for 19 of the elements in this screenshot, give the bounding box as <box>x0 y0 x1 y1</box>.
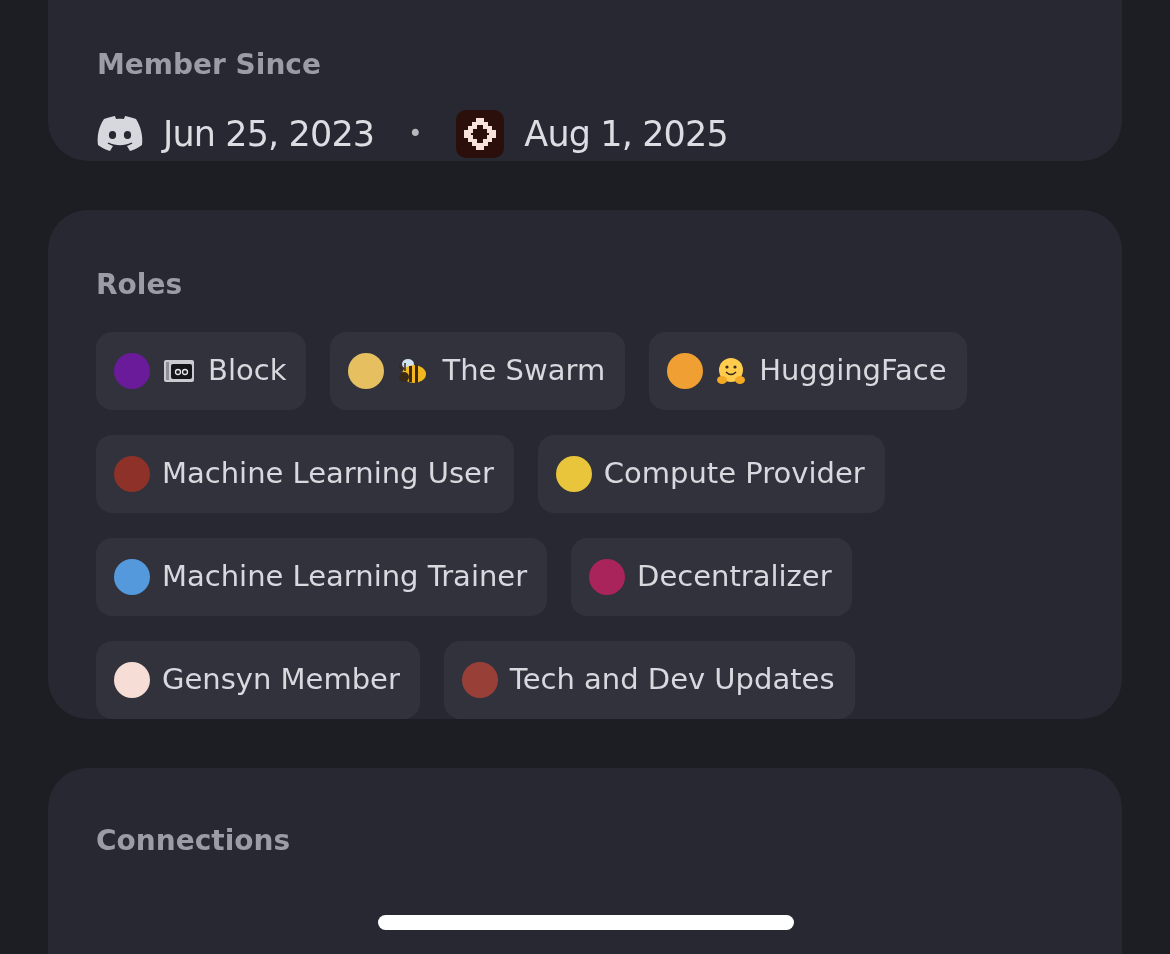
section-title: Member Since <box>97 47 322 83</box>
role-name: Tech and Dev Updates <box>509 660 835 698</box>
role-name: Machine Learning User <box>162 454 494 492</box>
role-name: Decentralizer <box>637 557 832 595</box>
gamepad-logo-icon <box>97 116 143 153</box>
role-name: HuggingFace <box>759 351 947 389</box>
role-name: Machine Learning Trainer <box>162 557 528 595</box>
section-title: Connections <box>96 823 291 857</box>
role-name: Gensyn Member <box>162 660 400 698</box>
join-date: Aug 1, 2025 <box>524 113 728 156</box>
section-title: Roles <box>96 266 184 303</box>
hugging-face-icon <box>715 355 748 386</box>
home-indicator[interactable] <box>378 915 794 930</box>
separator-dot: • <box>407 119 424 151</box>
role-name: Compute Provider <box>603 454 865 492</box>
role-name: Block <box>208 351 287 389</box>
join-date: Jun 25, 2023 <box>163 113 375 156</box>
role-name: The Swarm <box>442 351 606 389</box>
server-logo-icon <box>456 110 505 159</box>
